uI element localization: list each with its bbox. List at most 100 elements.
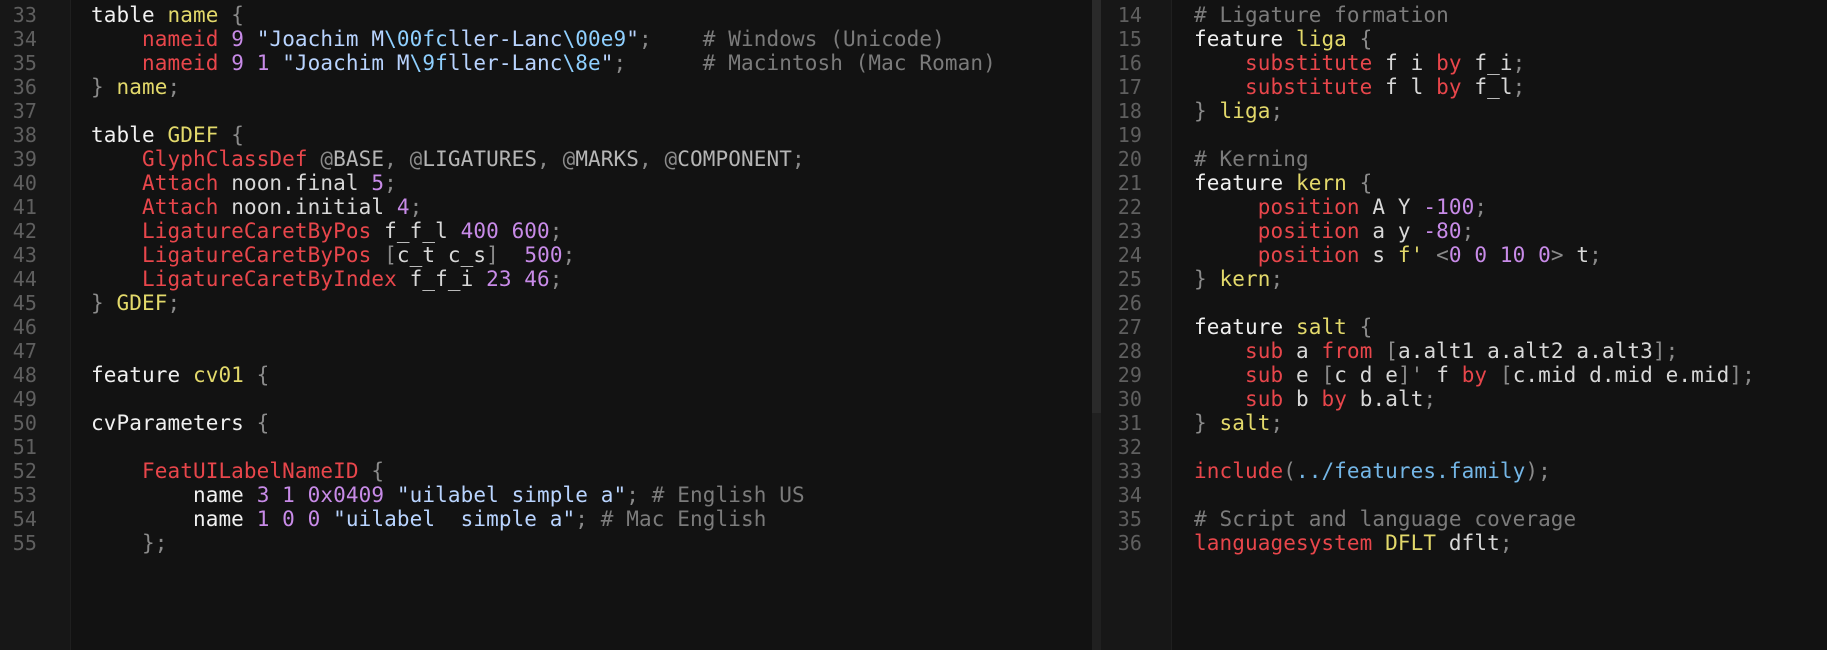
right-editor-pane[interactable]: 14 # Ligature formation 15 feature liga {16… — [1101, 0, 1827, 650]
code-line[interactable]: 51 — [0, 435, 1092, 459]
code-line[interactable]: 44 LigatureCaretByIndex f_f_i 23 46; — [0, 267, 1092, 291]
code-text[interactable]: } name; — [91, 75, 180, 99]
code-text[interactable]: position a y -80; — [1194, 219, 1475, 243]
code-text[interactable]: nameid 9 1 "Joachim M\9fller-Lanc\8e"; #… — [91, 51, 996, 75]
code-token: name — [116, 75, 168, 99]
code-text[interactable]: } salt; — [1194, 411, 1283, 435]
code-text[interactable]: substitute f i by f_i; — [1194, 51, 1525, 75]
code-text[interactable]: LigatureCaretByPos f_f_l 400 600; — [91, 219, 563, 243]
code-token: COMPONENT — [677, 147, 792, 171]
code-line[interactable]: 54 name 1 0 0 "uilabel simple a"; # Mac … — [0, 507, 1092, 531]
code-line[interactable]: 43 LigatureCaretByPos [c_t c_s] 500; — [0, 243, 1092, 267]
code-line[interactable]: 33 table name { — [0, 3, 1092, 27]
code-text[interactable]: table GDEF { — [91, 123, 244, 147]
line-number: 39 — [12, 147, 37, 171]
code-line[interactable]: 21 feature kern { — [1101, 171, 1827, 195]
code-text[interactable]: position A Y -100; — [1194, 195, 1487, 219]
code-line[interactable]: 33 include(../features.family); — [1101, 459, 1827, 483]
code-line[interactable]: 41 Attach noon.initial 4; — [0, 195, 1092, 219]
code-text[interactable]: sub b by b.alt; — [1194, 387, 1436, 411]
code-line[interactable]: 29 sub e [c d e]' f by [c.mid d.mid e.mi… — [1101, 363, 1827, 387]
code-line[interactable]: 23 position a y -80; — [1101, 219, 1827, 243]
code-text[interactable]: } liga; — [1194, 99, 1283, 123]
code-line[interactable]: 32 — [1101, 435, 1827, 459]
code-text[interactable]: Attach noon.final 5; — [91, 171, 397, 195]
code-text[interactable]: feature kern { — [1194, 171, 1372, 195]
code-line[interactable]: 19 — [1101, 123, 1827, 147]
code-line[interactable]: 20 # Kerning — [1101, 147, 1827, 171]
code-line[interactable]: 26 — [1101, 291, 1827, 315]
code-text[interactable]: name 1 0 0 "uilabel simple a"; # Mac Eng… — [91, 507, 766, 531]
left-editor-pane[interactable]: 33 table name {34 nameid 9 "Joachim M\00f… — [0, 0, 1092, 650]
code-line[interactable]: 46 — [0, 315, 1092, 339]
code-text[interactable]: # Kerning — [1194, 147, 1309, 171]
code-text[interactable]: }; — [91, 531, 167, 555]
code-text[interactable]: sub a from [a.alt1 a.alt2 a.alt3]; — [1194, 339, 1678, 363]
line-number: 47 — [12, 339, 37, 363]
code-line[interactable]: 17 substitute f l by f_l; — [1101, 75, 1827, 99]
code-text[interactable]: feature salt { — [1194, 315, 1372, 339]
code-line[interactable]: 39 GlyphClassDef @BASE, @LIGATURES, @MAR… — [0, 147, 1092, 171]
code-token: { — [218, 3, 244, 27]
code-line[interactable]: 14 # Ligature formation — [1101, 3, 1827, 27]
code-line[interactable]: 52 FeatUILabelNameID { — [0, 459, 1092, 483]
code-line[interactable]: 36} name; — [0, 75, 1092, 99]
code-token: ; — [384, 171, 397, 195]
code-text[interactable]: } kern; — [1194, 267, 1283, 291]
code-line[interactable]: 48 feature cv01 { — [0, 363, 1092, 387]
code-text[interactable]: Attach noon.initial 4; — [91, 195, 422, 219]
line-number: 36 — [1117, 531, 1142, 555]
code-text[interactable]: } GDEF; — [91, 291, 180, 315]
code-line[interactable]: 50 cvParameters { — [0, 411, 1092, 435]
code-text[interactable]: # Script and language coverage — [1194, 507, 1576, 531]
code-text[interactable]: nameid 9 "Joachim M\00fcller-Lanc\00e9";… — [91, 27, 945, 51]
code-line[interactable]: 30 sub b by b.alt; — [1101, 387, 1827, 411]
code-text[interactable]: feature liga { — [1194, 27, 1372, 51]
code-line[interactable]: 49 — [0, 387, 1092, 411]
code-text[interactable]: GlyphClassDef @BASE, @LIGATURES, @MARKS,… — [91, 147, 805, 171]
code-text[interactable]: FeatUILabelNameID { — [91, 459, 384, 483]
code-line[interactable]: 24 position s f' <0 0 10 0> t; — [1101, 243, 1827, 267]
code-token: # Macintosh (Mac Roman) — [702, 51, 996, 75]
code-line[interactable]: 16 substitute f i by f_i; — [1101, 51, 1827, 75]
code-line[interactable]: 31} salt; — [1101, 411, 1827, 435]
code-text[interactable]: languagesystem DFLT dflt; — [1194, 531, 1513, 555]
code-line[interactable]: 36 languagesystem DFLT dflt; — [1101, 531, 1827, 555]
code-line[interactable]: 53 name 3 1 0x0409 "uilabel simple a"; #… — [0, 483, 1092, 507]
code-line[interactable]: 35 nameid 9 1 "Joachim M\9fller-Lanc\8e"… — [0, 51, 1092, 75]
code-token: substitute — [1244, 51, 1373, 75]
code-text[interactable]: name 3 1 0x0409 "uilabel simple a"; # En… — [91, 483, 805, 507]
code-line[interactable]: 22 position A Y -100; — [1101, 195, 1827, 219]
code-text[interactable]: # Ligature formation — [1194, 3, 1449, 27]
code-text[interactable]: cvParameters { — [91, 411, 269, 435]
code-line[interactable]: 27 feature salt { — [1101, 315, 1827, 339]
code-text[interactable]: position s f' <0 0 10 0> t; — [1194, 243, 1602, 267]
code-token: ; — [1423, 387, 1437, 411]
code-text[interactable]: include(../features.family); — [1194, 459, 1551, 483]
code-line[interactable]: 35 # Script and language coverage — [1101, 507, 1827, 531]
code-line[interactable]: 40 Attach noon.final 5; — [0, 171, 1092, 195]
code-line[interactable]: 18} liga; — [1101, 99, 1827, 123]
code-text[interactable]: sub e [c d e]' f by [c.mid d.mid e.mid]; — [1194, 363, 1755, 387]
code-token: f l — [1385, 75, 1424, 99]
code-line[interactable]: 25} kern; — [1101, 267, 1827, 291]
code-text[interactable]: feature cv01 { — [91, 363, 269, 387]
code-text[interactable]: LigatureCaretByPos [c_t c_s] 500; — [91, 243, 575, 267]
code-line[interactable]: 42 LigatureCaretByPos f_f_l 400 600; — [0, 219, 1092, 243]
code-line[interactable]: 28 sub a from [a.alt1 a.alt2 a.alt3]; — [1101, 339, 1827, 363]
code-text[interactable]: substitute f l by f_l; — [1194, 75, 1525, 99]
code-text[interactable]: LigatureCaretByIndex f_f_i 23 46; — [91, 267, 563, 291]
code-line[interactable]: 47 — [0, 339, 1092, 363]
code-line[interactable]: 34 nameid 9 "Joachim M\00fcller-Lanc\00e… — [0, 27, 1092, 51]
code-line[interactable]: 38 table GDEF { — [0, 123, 1092, 147]
code-line[interactable]: 15 feature liga { — [1101, 27, 1827, 51]
code-line[interactable]: 37 — [0, 99, 1092, 123]
code-token: f_i — [1474, 51, 1513, 75]
code-line[interactable]: 34 — [1101, 483, 1827, 507]
split-divider[interactable] — [1092, 0, 1101, 650]
code-text[interactable]: table name { — [91, 3, 244, 27]
code-line[interactable]: 45} GDEF; — [0, 291, 1092, 315]
code-line[interactable]: 55 }; — [0, 531, 1092, 555]
